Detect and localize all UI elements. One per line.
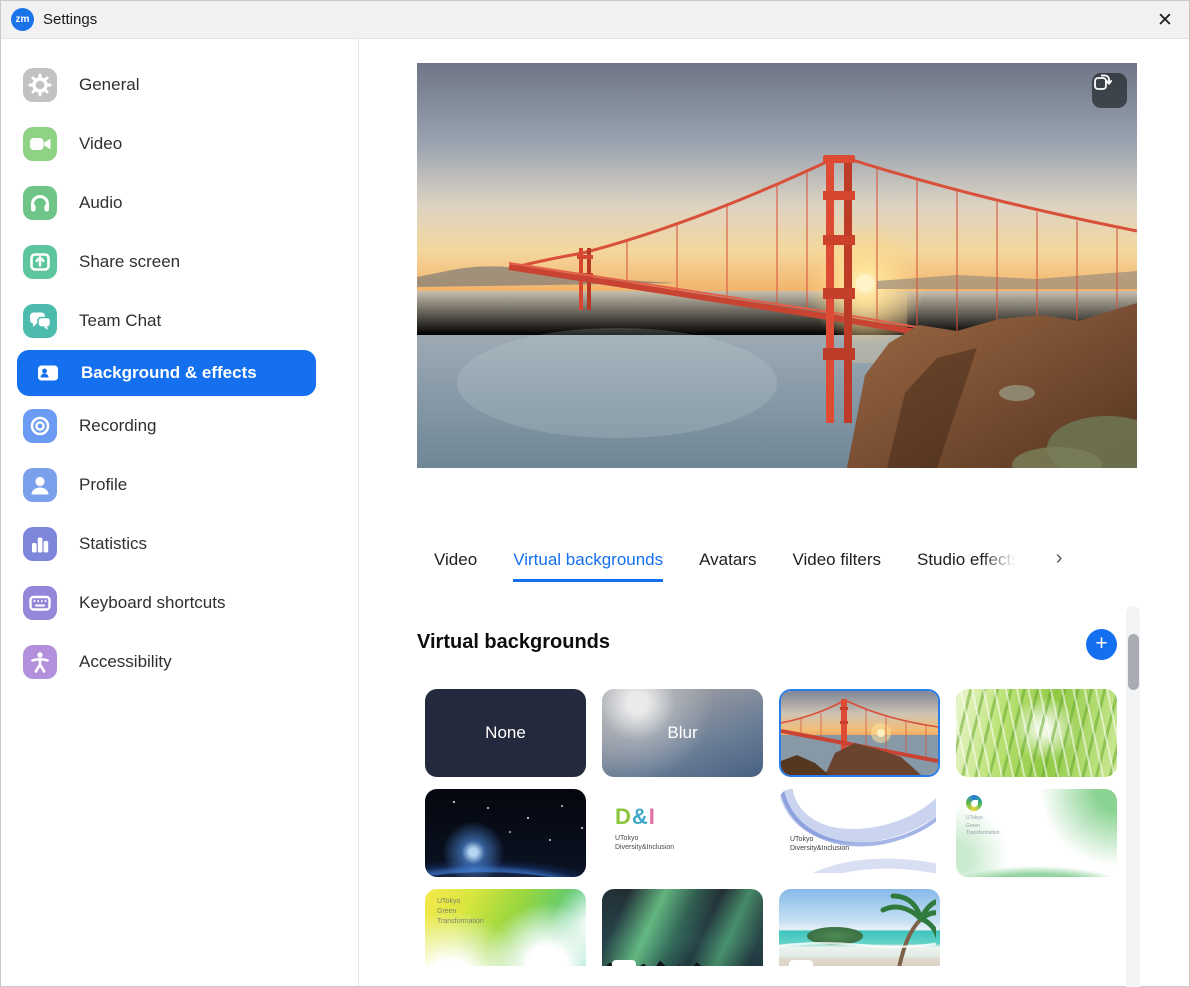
background-grid: None Blur: [425, 689, 1117, 966]
sidebar-item-label: Team Chat: [79, 311, 161, 331]
sidebar-item-accessibility[interactable]: Accessibility: [1, 632, 358, 691]
sidebar-item-label: Share screen: [79, 252, 180, 272]
zoom-logo-icon: zm: [11, 8, 34, 31]
tab-studio-effects[interactable]: Studio effects: [917, 550, 1020, 582]
background-tile-golden-gate-bridge[interactable]: [779, 689, 940, 777]
add-background-button[interactable]: +: [1086, 629, 1117, 660]
background-tile-grass[interactable]: [956, 689, 1117, 777]
green-abstract-text: UTokyo Green Transformation: [437, 897, 484, 926]
background-tile-utokyo-green-abstract[interactable]: UTokyo Green Transformation: [425, 889, 586, 966]
virtual-backgrounds-panel: Virtual backgrounds + None Blur: [417, 601, 1117, 966]
wave-tile-text: UTokyoDiversity&Inclusion: [790, 835, 849, 854]
section-heading: Virtual backgrounds: [417, 631, 610, 654]
person-icon: [23, 468, 57, 502]
sidebar-item-share-screen[interactable]: Share screen: [1, 232, 358, 291]
video-background-badge: [612, 960, 636, 966]
green-transformation-logo: [966, 795, 982, 811]
background-tile-earth-from-space[interactable]: [425, 789, 586, 877]
background-tile-utokyo-green-transformation[interactable]: UTokyo Green Transformation: [956, 789, 1117, 877]
sidebar-item-label: Audio: [79, 193, 122, 213]
bar-chart-icon: [23, 527, 57, 561]
titlebar: zm Settings ✕: [1, 1, 1189, 39]
accessibility-icon: [23, 645, 57, 679]
stars-decor: [453, 801, 455, 803]
sidebar-item-background-effects[interactable]: Background & effects: [17, 350, 316, 396]
tab-virtual-backgrounds[interactable]: Virtual backgrounds: [513, 550, 663, 582]
settings-sidebar: General Video Audio Share screen Team Ch: [1, 39, 359, 986]
sidebar-item-label: Accessibility: [79, 652, 172, 672]
tile-label: Blur: [602, 689, 763, 777]
main-content: Video Virtual backgrounds Avatars Video …: [360, 39, 1189, 986]
sidebar-item-video[interactable]: Video: [1, 114, 358, 173]
sidebar-item-label: Keyboard shortcuts: [79, 593, 225, 613]
settings-window: zm Settings ✕ General Video Audio: [0, 0, 1190, 987]
sidebar-item-recording[interactable]: Recording: [1, 396, 358, 455]
scrollbar-track[interactable]: [1126, 606, 1140, 987]
gear-icon: [23, 68, 57, 102]
tile-label: None: [425, 689, 586, 777]
background-effects-tabs: Video Virtual backgrounds Avatars Video …: [434, 542, 1062, 582]
sidebar-item-label: General: [79, 75, 139, 95]
sidebar-item-general[interactable]: General: [1, 55, 358, 114]
person-background-icon: [31, 356, 65, 390]
grid-empty-cell: [956, 889, 1117, 966]
video-camera-icon: [23, 127, 57, 161]
background-tile-beach-palm[interactable]: [779, 889, 940, 966]
green-transformation-text: UTokyo Green Transformation: [966, 815, 999, 838]
background-tile-utokyo-wave-pattern[interactable]: UTokyoDiversity&Inclusion: [779, 789, 940, 877]
tab-video-filters[interactable]: Video filters: [792, 550, 881, 582]
keyboard-icon: [23, 586, 57, 620]
mirror-flip-icon: [1092, 73, 1112, 93]
close-button[interactable]: ✕: [1149, 4, 1181, 36]
share-screen-icon: [23, 245, 57, 279]
background-preview-image: [417, 63, 1137, 468]
record-icon: [23, 409, 57, 443]
window-title: Settings: [43, 11, 97, 28]
mirror-video-button[interactable]: [1092, 73, 1127, 108]
d-and-i-logo: D&I UTokyoDiversity&Inclusion: [615, 806, 674, 853]
tab-avatars[interactable]: Avatars: [699, 550, 756, 582]
sidebar-item-label: Statistics: [79, 534, 147, 554]
headphones-icon: [23, 186, 57, 220]
chat-bubbles-icon: [23, 304, 57, 338]
sidebar-item-label: Profile: [79, 475, 127, 495]
sidebar-item-label: Recording: [79, 416, 157, 436]
background-tile-utokyo-diversity-inclusion-logo[interactable]: D&I UTokyoDiversity&Inclusion: [602, 789, 763, 877]
sidebar-item-team-chat[interactable]: Team Chat: [1, 291, 358, 350]
tabs-overflow-chevron-icon[interactable]: ›: [1056, 547, 1063, 582]
video-background-badge: [789, 960, 813, 966]
sidebar-item-audio[interactable]: Audio: [1, 173, 358, 232]
scrollbar-thumb[interactable]: [1128, 634, 1139, 690]
sidebar-item-keyboard-shortcuts[interactable]: Keyboard shortcuts: [1, 573, 358, 632]
sidebar-item-label: Background & effects: [81, 363, 257, 383]
sidebar-item-statistics[interactable]: Statistics: [1, 514, 358, 573]
sidebar-item-profile[interactable]: Profile: [1, 455, 358, 514]
background-tile-aurora-forest[interactable]: [602, 889, 763, 966]
tab-video[interactable]: Video: [434, 550, 477, 582]
sidebar-item-label: Video: [79, 134, 122, 154]
background-tile-none[interactable]: None: [425, 689, 586, 777]
background-tile-blur[interactable]: Blur: [602, 689, 763, 777]
